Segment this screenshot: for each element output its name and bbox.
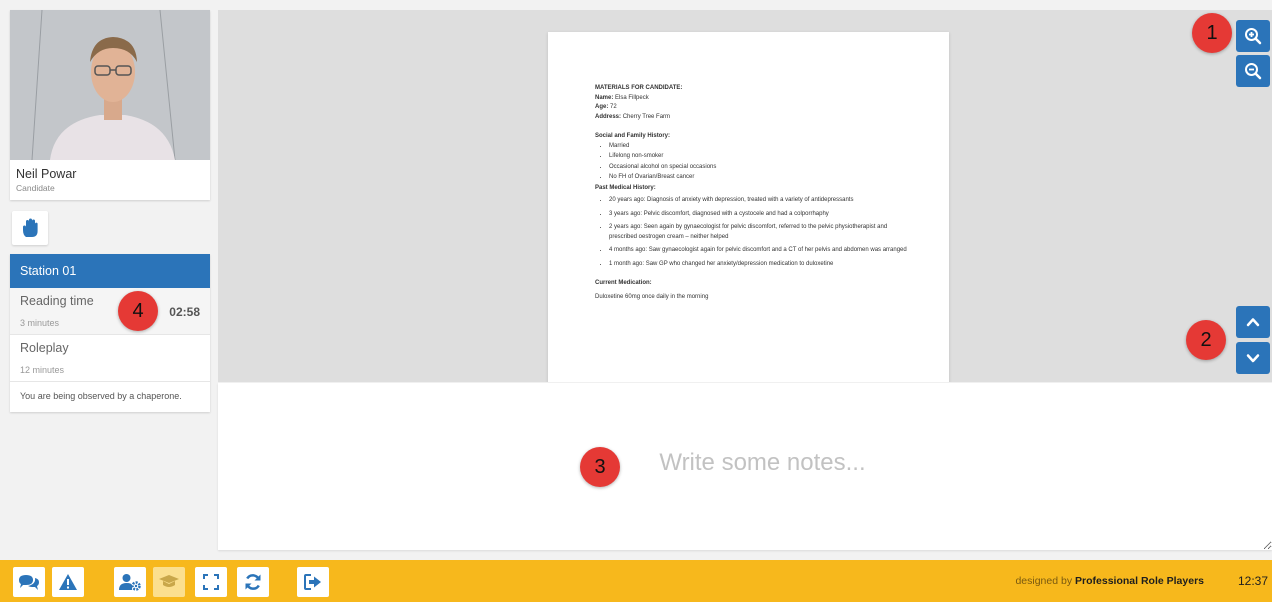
candidate-video-card: Neil Powar Candidate xyxy=(10,10,210,200)
refresh-icon xyxy=(245,574,261,590)
doc-field-address: Address: Cherry Tree Farm xyxy=(595,113,671,120)
doc-pmh-heading: Past Medical History: xyxy=(595,184,656,191)
doc-heading: MATERIALS FOR CANDIDATE: xyxy=(595,85,683,91)
refresh-button[interactable] xyxy=(237,567,269,597)
list-item: 20 years ago: Diagnosis of anxiety with … xyxy=(609,196,909,206)
zoom-out-button[interactable] xyxy=(1236,55,1270,87)
phase-duration: 12 minutes xyxy=(20,365,65,375)
candidate-name: Neil Powar xyxy=(16,167,77,181)
station-title: Station 01 xyxy=(10,254,210,288)
doc-medication-text: Duloxetine 60mg once daily in the mornin… xyxy=(595,293,709,300)
document-page: MATERIALS FOR CANDIDATE: Name: Elsa Fill… xyxy=(548,32,949,382)
graduation-cap-icon xyxy=(159,575,179,587)
list-item: 4 months ago: Saw gynaecologist again fo… xyxy=(609,246,909,256)
list-item: 1 month ago: Saw GP who changed her anxi… xyxy=(609,260,919,270)
raise-hand-button[interactable] xyxy=(12,211,48,245)
list-item: No FH of Ovarian/Breast cancer xyxy=(609,173,949,183)
doc-medication-heading: Current Medication: xyxy=(595,280,652,286)
annotation-marker-2: 2 xyxy=(1186,320,1226,360)
doc-field-age: Age: 72 xyxy=(595,104,617,110)
annotation-marker-3: 3 xyxy=(580,447,620,487)
credit-text: designed by Professional Role Players xyxy=(1015,575,1204,587)
observed-notice: You are being observed by a chaperone. xyxy=(20,391,182,401)
candidate-video xyxy=(10,10,210,160)
warning-icon xyxy=(59,574,77,590)
notes-input[interactable] xyxy=(218,383,1272,550)
station-panel: Station 01 Reading time 3 minutes 02:58 … xyxy=(10,254,210,412)
candidate-video-image xyxy=(10,10,210,160)
phase-countdown: 02:58 xyxy=(169,305,200,319)
fullscreen-icon xyxy=(203,574,219,590)
notes-panel xyxy=(218,383,1272,550)
annotation-marker-4: 4 xyxy=(118,291,158,331)
phase-reading-time: Reading time 3 minutes 02:58 xyxy=(10,288,210,335)
annotation-marker-1: 1 xyxy=(1192,13,1232,53)
hand-icon xyxy=(23,218,38,237)
zoom-in-button[interactable] xyxy=(1236,20,1270,52)
chevron-down-icon xyxy=(1246,354,1260,363)
list-item: Occasional alcohol on special occasions xyxy=(609,163,949,173)
document-viewer[interactable]: MATERIALS FOR CANDIDATE: Name: Elsa Fill… xyxy=(218,10,1272,382)
list-item: Married xyxy=(609,142,949,152)
chat-button[interactable] xyxy=(13,567,45,597)
list-item: 3 years ago: Pelvic discomfort, diagnose… xyxy=(609,210,909,220)
doc-social-list: Married Lifelong non-smoker Occasional a… xyxy=(609,142,949,183)
doc-pmh-list: 20 years ago: Diagnosis of anxiety with … xyxy=(609,196,949,269)
zoom-in-icon xyxy=(1245,28,1262,45)
credit-brand: Professional Role Players xyxy=(1075,575,1204,587)
list-item: Lifelong non-smoker xyxy=(609,152,949,162)
scroll-up-button[interactable] xyxy=(1236,306,1270,338)
credit-prefix: designed by xyxy=(1015,575,1073,587)
user-settings-icon xyxy=(119,574,141,591)
scroll-down-button[interactable] xyxy=(1236,342,1270,374)
zoom-out-icon xyxy=(1245,63,1262,80)
chat-icon xyxy=(19,575,39,590)
phase-label: Roleplay xyxy=(20,341,69,355)
candidate-role: Candidate xyxy=(16,183,55,193)
fullscreen-button[interactable] xyxy=(195,567,227,597)
chevron-up-icon xyxy=(1246,318,1260,327)
logout-icon xyxy=(304,574,321,590)
phase-duration: 3 minutes xyxy=(20,318,60,328)
assessment-button[interactable] xyxy=(153,567,185,597)
phase-roleplay: Roleplay 12 minutes xyxy=(10,335,210,382)
list-item: 2 years ago: Seen again by gynaecologist… xyxy=(609,223,909,242)
clock: 12:37 xyxy=(1237,574,1268,588)
bottom-toolbar: designed by Professional Role Players 12… xyxy=(0,560,1272,602)
doc-field-name: Name: Elsa Fillpeck xyxy=(595,94,649,101)
logout-button[interactable] xyxy=(297,567,329,597)
report-issue-button[interactable] xyxy=(52,567,84,597)
user-settings-button[interactable] xyxy=(114,567,146,597)
doc-social-heading: Social and Family History: xyxy=(595,133,671,139)
